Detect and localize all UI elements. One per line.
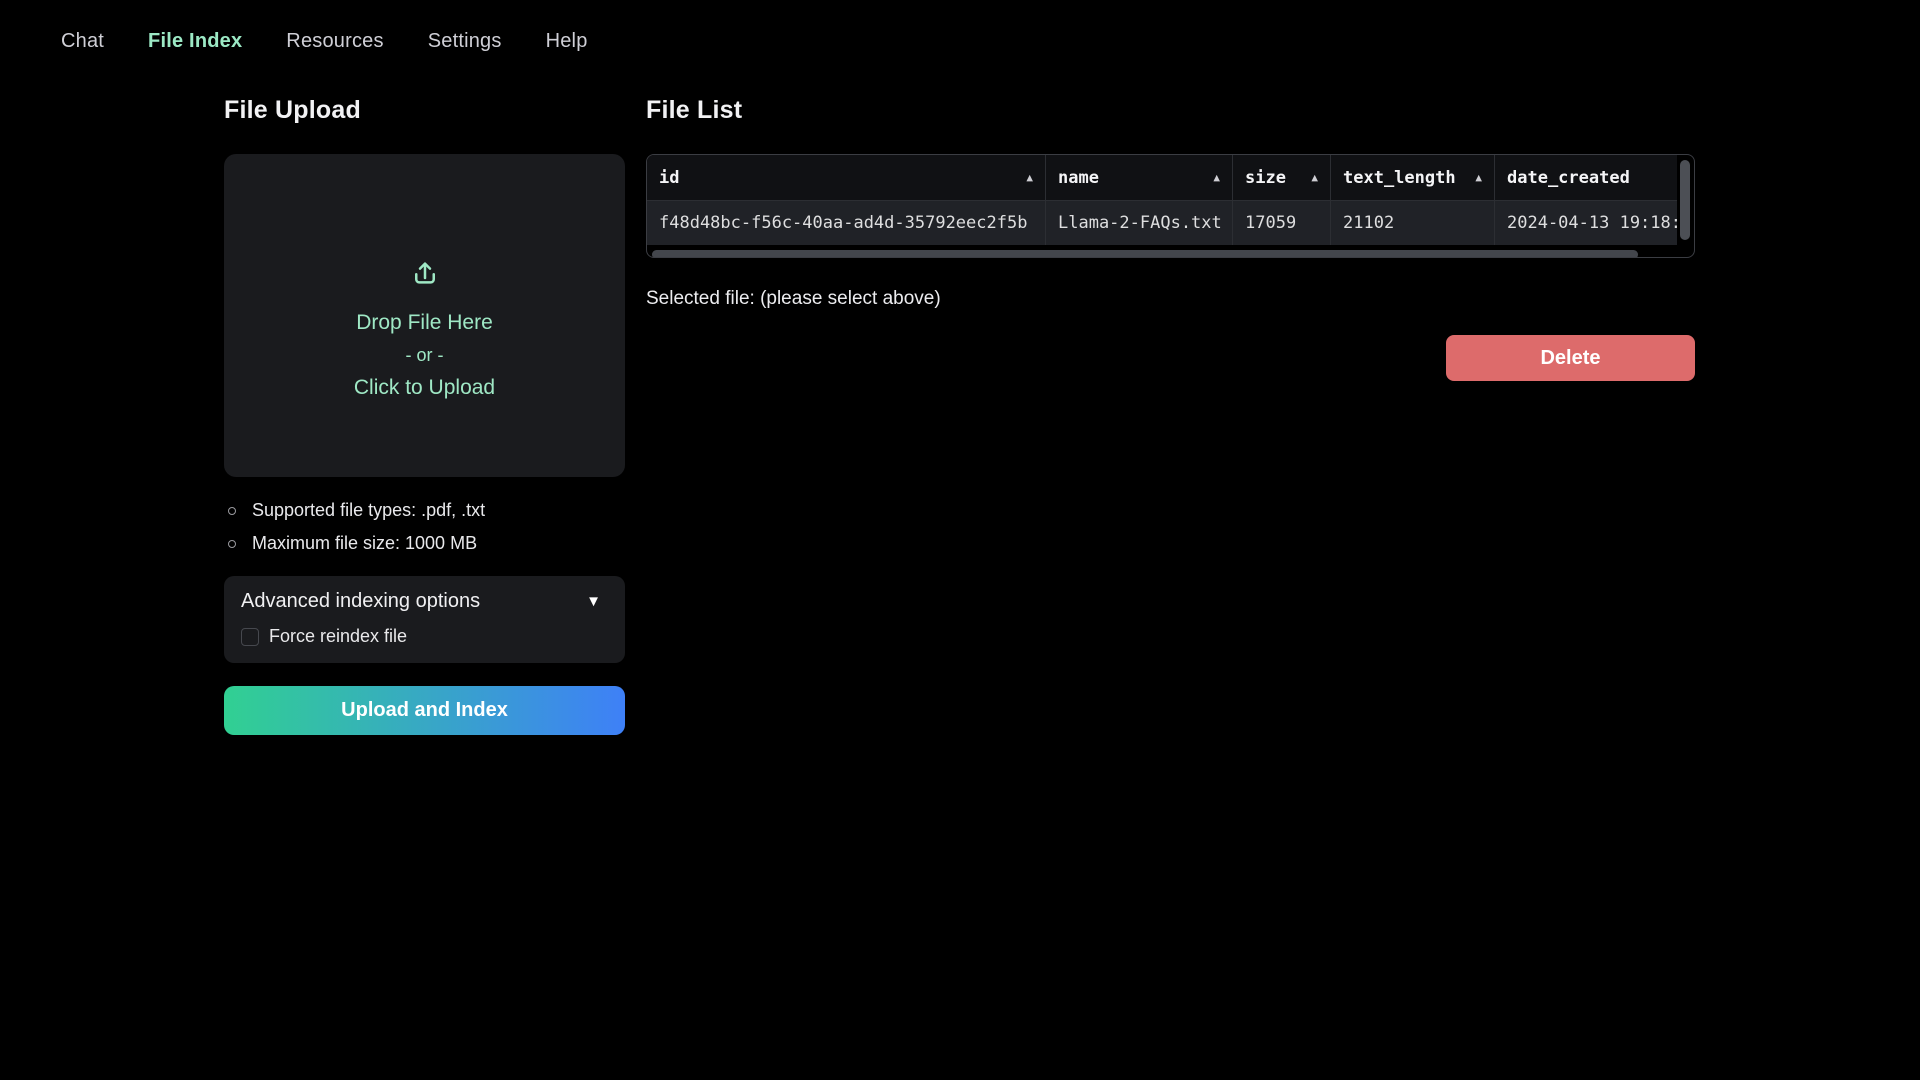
sort-arrow-icon[interactable]: ▲	[1213, 171, 1220, 184]
force-reindex-label: Force reindex file	[269, 626, 407, 647]
cell-name[interactable]: Llama-2-FAQs.txt	[1046, 201, 1233, 245]
chevron-down-icon: ▼	[586, 593, 608, 610]
sort-arrow-icon[interactable]: ▲	[1311, 171, 1318, 184]
click-to-upload-link[interactable]: Click to Upload	[354, 376, 495, 400]
column-label: id	[659, 168, 679, 188]
tab-chat[interactable]: Chat	[61, 30, 104, 53]
file-list-title: File List	[646, 96, 742, 125]
advanced-options-title: Advanced indexing options	[241, 590, 480, 613]
upload-icon	[410, 258, 440, 293]
sort-arrow-icon[interactable]: ▲	[1475, 171, 1482, 184]
column-label: name	[1058, 168, 1099, 188]
column-label: date_created	[1507, 168, 1630, 188]
column-header-text-length[interactable]: text_length ▲	[1331, 155, 1495, 200]
bullet-icon	[228, 507, 236, 515]
tab-resources[interactable]: Resources	[286, 30, 383, 53]
file-dropzone[interactable]: Drop File Here - or - Click to Upload	[224, 154, 625, 477]
table-vertical-scrollbar[interactable]	[1680, 160, 1690, 240]
cell-date-created[interactable]: 2024-04-13 19:18:	[1495, 201, 1677, 245]
delete-button[interactable]: Delete	[1446, 335, 1695, 381]
file-table-header: id ▲ name ▲ size ▲ text_length ▲ date_cr…	[647, 155, 1677, 201]
column-header-size[interactable]: size ▲	[1233, 155, 1331, 200]
column-label: size	[1245, 168, 1286, 188]
cell-id[interactable]: f48d48bc-f56c-40aa-ad4d-35792eec2f5b	[647, 201, 1046, 245]
column-header-name[interactable]: name ▲	[1046, 155, 1233, 200]
table-row[interactable]: f48d48bc-f56c-40aa-ad4d-35792eec2f5b Lla…	[647, 201, 1677, 245]
note-text: Supported file types: .pdf, .txt	[252, 500, 485, 521]
table-horizontal-scrollbar[interactable]	[652, 250, 1638, 258]
tab-settings[interactable]: Settings	[428, 30, 502, 53]
advanced-options-accordion[interactable]: Advanced indexing options ▼	[241, 590, 608, 613]
force-reindex-checkbox[interactable]	[241, 628, 259, 646]
force-reindex-row: Force reindex file	[241, 626, 608, 647]
column-header-id[interactable]: id ▲	[647, 155, 1046, 200]
bullet-icon	[228, 540, 236, 548]
upload-notes: Supported file types: .pdf, .txt Maximum…	[228, 500, 629, 554]
top-nav: Chat File Index Resources Settings Help	[61, 30, 588, 53]
drop-file-here-label: Drop File Here	[356, 311, 493, 335]
sort-arrow-icon[interactable]: ▲	[1026, 171, 1033, 184]
app-root: Chat File Index Resources Settings Help …	[0, 0, 1920, 1080]
cell-size[interactable]: 17059	[1233, 201, 1331, 245]
note-supported-types: Supported file types: .pdf, .txt	[228, 500, 629, 521]
column-header-date-created[interactable]: date_created ▲	[1495, 155, 1677, 200]
tab-file-index[interactable]: File Index	[148, 30, 242, 53]
advanced-options-panel: Advanced indexing options ▼ Force reinde…	[224, 576, 625, 663]
or-label: - or -	[406, 345, 444, 366]
file-table: id ▲ name ▲ size ▲ text_length ▲ date_cr…	[646, 154, 1695, 258]
upload-and-index-button[interactable]: Upload and Index	[224, 686, 625, 735]
cell-text-length[interactable]: 21102	[1331, 201, 1495, 245]
selected-file-status: Selected file: (please select above)	[646, 288, 941, 310]
file-table-viewport: id ▲ name ▲ size ▲ text_length ▲ date_cr…	[647, 155, 1677, 246]
note-max-size: Maximum file size: 1000 MB	[228, 533, 629, 554]
column-label: text_length	[1343, 168, 1456, 188]
tab-help[interactable]: Help	[546, 30, 588, 53]
note-text: Maximum file size: 1000 MB	[252, 533, 477, 554]
file-upload-title: File Upload	[224, 96, 361, 125]
